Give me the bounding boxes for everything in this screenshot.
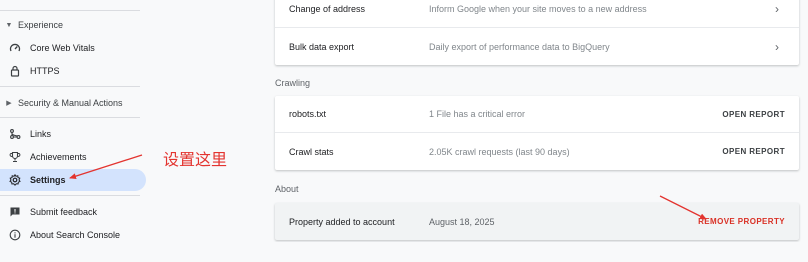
sidebar-section-experience[interactable]: ▼ Experience: [0, 16, 64, 34]
sidebar-item-submit-feedback[interactable]: Submit feedback: [0, 201, 146, 223]
annotation-text: 设置这里: [163, 150, 228, 169]
trophy-icon: [0, 151, 30, 163]
sidebar: ▼ Experience Core Web Vitals HTTPS ▶ Sec…: [0, 0, 150, 242]
row-date: August 18, 2025: [429, 216, 495, 227]
sidebar-divider: [0, 195, 140, 196]
links-icon: [0, 128, 30, 140]
sidebar-item-achievements[interactable]: Achievements: [0, 146, 146, 168]
chevron-right-icon: ›: [775, 39, 779, 54]
chevron-right-icon: ›: [775, 1, 779, 16]
sidebar-item-https[interactable]: HTTPS: [0, 60, 146, 82]
sidebar-item-label: About Search Console: [30, 230, 121, 240]
settings-card-about: Property added to account August 18, 202…: [275, 203, 799, 240]
sidebar-item-label: Achievements: [30, 152, 87, 162]
caret-right-icon: ▶: [6, 100, 12, 107]
speedometer-icon: [0, 42, 30, 54]
bottom-strip: [0, 242, 808, 262]
sidebar-item-label: Core Web Vitals: [30, 43, 95, 53]
sidebar-item-label: Links: [30, 129, 52, 139]
open-report-button[interactable]: OPEN REPORT: [722, 110, 785, 119]
row-bulk-data-export[interactable]: Bulk data export Daily export of perform…: [275, 28, 799, 65]
row-description: Inform Google when your site moves to a …: [429, 3, 647, 14]
sidebar-item-label: Submit feedback: [30, 207, 98, 217]
sidebar-item-settings[interactable]: Settings: [0, 169, 146, 191]
sidebar-item-links[interactable]: Links: [0, 123, 146, 145]
sidebar-divider: [0, 117, 140, 118]
sidebar-divider: [0, 10, 140, 11]
sidebar-divider: [0, 86, 140, 87]
feedback-icon: [0, 206, 30, 218]
settings-card-crawling: robots.txt 1 File has a critical error O…: [275, 96, 799, 170]
row-description: 2.05K crawl requests (last 90 days): [429, 146, 570, 157]
section-label: Security & Manual Actions: [18, 98, 123, 108]
row-title: Bulk data export: [289, 41, 355, 52]
sidebar-item-label: Settings: [30, 175, 66, 185]
settings-card-general: Change of address Inform Google when you…: [275, 0, 799, 65]
row-title: Change of address: [289, 3, 366, 14]
row-title: robots.txt: [289, 109, 327, 119]
sidebar-section-security[interactable]: ▶ Security & Manual Actions: [0, 94, 123, 112]
section-title-crawling: Crawling: [275, 78, 311, 88]
row-change-of-address[interactable]: Change of address Inform Google when you…: [275, 0, 799, 28]
remove-property-button[interactable]: REMOVE PROPERTY: [698, 217, 785, 226]
row-description: 1 File has a critical error: [429, 109, 526, 119]
section-label: Experience: [18, 20, 64, 30]
sidebar-item-core-web-vitals[interactable]: Core Web Vitals: [0, 37, 146, 59]
lock-icon: [0, 65, 30, 77]
row-title: Crawl stats: [289, 146, 334, 157]
row-property-added: Property added to account August 18, 202…: [275, 203, 799, 240]
row-title: Property added to account: [289, 216, 395, 227]
row-crawl-stats: Crawl stats 2.05K crawl requests (last 9…: [275, 133, 799, 170]
section-title-about: About: [275, 184, 299, 194]
caret-down-icon: ▼: [5, 21, 13, 29]
info-icon: [0, 229, 30, 241]
row-robots-txt: robots.txt 1 File has a critical error O…: [275, 96, 799, 133]
row-description: Daily export of performance data to BigQ…: [429, 41, 610, 52]
open-report-button[interactable]: OPEN REPORT: [722, 147, 785, 156]
gear-icon: [0, 174, 30, 186]
sidebar-item-label: HTTPS: [30, 66, 60, 76]
